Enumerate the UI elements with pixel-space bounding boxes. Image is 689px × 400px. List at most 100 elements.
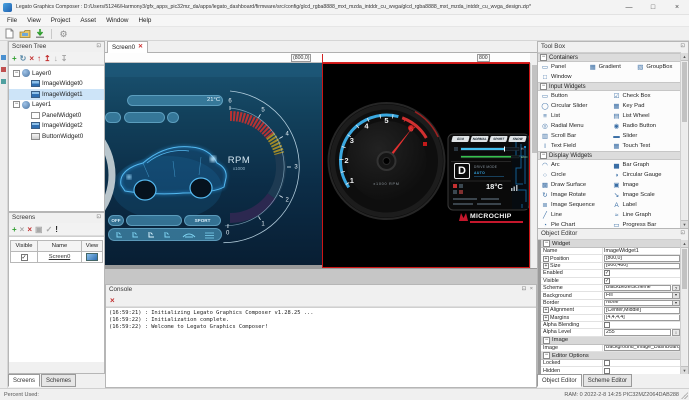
scroll-down-icon[interactable]: ▼ [681,220,688,228]
move-to-bottom-button[interactable]: ↧ [61,53,68,64]
refresh-icon[interactable]: ↻ [20,53,27,64]
move-up-button[interactable]: ↑ [37,53,41,64]
toolbox-item-pie-chart[interactable]: ◔Pie Chart [538,220,610,228]
toolbox-item-progress-bar[interactable]: ▭Progress Bar [610,220,682,228]
check-icon[interactable]: ✓ [46,224,53,235]
menu-asset[interactable]: Asset [75,17,101,24]
menu-view[interactable]: View [22,17,46,24]
toolbox-item-arc[interactable]: ◠Arc [538,160,610,170]
mode-pill-eco[interactable]: ECO [451,136,470,142]
delete-widget-button[interactable]: × [29,53,34,64]
dock-icon-blue[interactable] [1,55,6,60]
mode-pill-snow[interactable]: SNOW [508,136,527,142]
tree-item-imagewidget0[interactable]: ImageWidget0 [9,79,104,90]
toolbox-item-check-box[interactable]: ☑Check Box [610,91,682,101]
collapse-icon[interactable]: − [543,240,550,247]
chevron-down-icon[interactable]: ▼ [672,293,679,298]
value-box[interactable]: Background_Image_DashBoard [604,345,680,351]
toolbox-item-text-field[interactable]: IText Field [538,141,610,151]
resize-grip[interactable] [681,392,688,399]
collapse-icon[interactable]: − [540,54,547,61]
remove-screen-button[interactable]: × [20,224,25,235]
spin-alpha-level[interactable]: 255 [604,329,671,335]
checkbox-enabled[interactable]: ✓ [604,270,610,276]
toolbox-item-circular-slider[interactable]: ◯Circular Slider [538,101,610,111]
oe-section-widget[interactable]: −Widget [541,240,681,248]
open-project-button[interactable] [18,28,31,40]
toolbox-item-draw-surface[interactable]: ▩Draw Surface [538,180,610,190]
toolbox-item-image-scale[interactable]: ↘Image Scale [610,190,682,200]
menu-window[interactable]: Window [101,17,133,24]
tab-screen0[interactable]: Screen0 ✕ [107,41,148,53]
tab-screens[interactable]: Screens [8,374,40,387]
close-button[interactable]: × [665,0,689,15]
toolbox-section-input-widgets[interactable]: −Input Widgets [538,82,681,91]
oe-section-editor-options[interactable]: −Editor Options [541,352,681,360]
toolbox-item-window[interactable]: □Window [538,72,586,82]
collapse-icon[interactable]: − [540,152,547,159]
toolbox-item-list-wheel[interactable]: ▤List Wheel [610,111,682,121]
scrollbar-thumb[interactable] [682,62,687,122]
tree-item-layer0[interactable]: −Layer0 [9,68,104,79]
save-project-button[interactable] [33,28,46,40]
expand-box[interactable]: − [13,101,20,108]
mode-pill-normal[interactable]: NORMAL [470,136,489,142]
minimize-button[interactable]: — [617,0,641,15]
toolbox-item-image-rotate[interactable]: ↻Image Rotate [538,190,610,200]
console-window-icons[interactable]: ⊡ × [522,286,534,292]
dropdown-background[interactable]: Fill▼ [604,292,680,298]
oe-section-image[interactable]: −Image [541,337,681,345]
close-tab-icon[interactable]: ✕ [138,42,143,53]
tree-item-layer1[interactable]: −Layer1 [9,100,104,111]
panel-float-icon[interactable]: ⊡ [96,214,102,220]
collapse-icon[interactable]: − [540,83,547,90]
toolbox-item-image[interactable]: ▣Image [610,180,682,190]
toolbox-item-button[interactable]: ▭Button [538,91,610,101]
collapse-icon[interactable]: − [543,337,550,344]
checkbox-locked[interactable] [604,360,610,366]
value-box[interactable]: [800,0] [604,255,680,261]
move-to-top-button[interactable]: ↥ [44,53,51,64]
chevron-down-icon[interactable]: ▼ [672,301,679,306]
clear-console-button[interactable]: × [110,295,115,306]
copy-screen-icon[interactable]: ▣ [35,224,43,235]
toolbox-item-bar-graph[interactable]: ▅Bar Graph [610,160,682,170]
menu-help[interactable]: Help [133,17,156,24]
expand-icon[interactable]: + [543,256,549,262]
toolbox-item-groupbox[interactable]: ▧GroupBox [633,62,681,72]
screen-view-icon[interactable] [86,253,98,261]
scheme-value[interactable]: BlackBezelScheme [604,285,671,291]
tree-item-imagewidget1[interactable]: ImageWidget1 [9,89,104,100]
expand-icon[interactable]: + [543,263,549,269]
design-canvas[interactable]: 6543210 21°C RPM x1000 OFF SPORT [105,63,537,268]
checkbox-visible[interactable]: ✓ [604,278,610,284]
expand-icon[interactable]: + [543,315,549,321]
mode-pill[interactable] [126,215,182,226]
scheme-select-button[interactable]: ? [672,285,680,291]
toolbox-item-image-sequence[interactable]: ≣Image Sequence [538,200,610,210]
checkbox-hidden[interactable] [604,368,610,374]
visible-checkbox[interactable]: ✓ [21,254,28,261]
tab-scheme-editor[interactable]: Scheme Editor [583,374,632,387]
toolbox-item-list[interactable]: ≡List [538,111,610,121]
new-project-button[interactable] [3,28,16,40]
scrollbar-thumb[interactable] [682,249,687,289]
settings-button[interactable]: ⚙ [57,28,70,40]
toolbox-item-label[interactable]: ALabel [610,200,682,210]
canvas-vertical-scrollbar[interactable] [530,63,537,268]
collapse-icon[interactable]: − [543,352,550,359]
toolbox-item-radio-button[interactable]: ◉Radio Button [610,121,682,131]
panel-float-icon[interactable]: ⊡ [680,230,686,236]
mode-pill-sport[interactable]: SPORT [489,136,508,142]
toolbox-item-touch-test[interactable]: ▦Touch Test [610,141,682,151]
toolbox-section-display-widgets[interactable]: −Display Widgets [538,151,681,160]
canvas-horizontal-scrollbar[interactable] [105,268,537,284]
menu-project[interactable]: Project [46,17,76,24]
toolbox-item-slider[interactable]: ▬Slider [610,131,682,141]
screen-name-link[interactable]: Screen0 [49,254,71,260]
move-down-button[interactable]: ↓ [54,53,58,64]
dropdown-border[interactable]: None▼ [604,300,680,306]
value-box[interactable]: [4,4,4,4] [604,315,680,321]
toolbox-item-panel[interactable]: ▭Panel [538,62,586,72]
toolbox-item-scroll-bar[interactable]: ▥Scroll Bar [538,131,610,141]
